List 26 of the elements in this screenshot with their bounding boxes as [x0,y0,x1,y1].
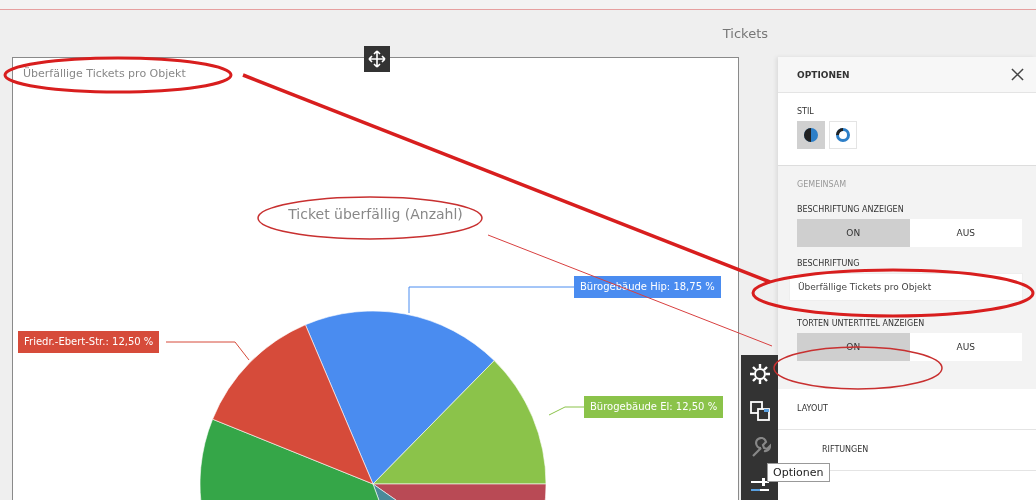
chart-title: Überfällige Tickets pro Objekt [23,67,186,80]
toggle-option[interactable]: ON [797,219,910,247]
toggle-option[interactable]: AUS [909,333,1022,361]
text-field[interactable]: Überfällige Tickets pro Objekt [789,273,1023,301]
page-title: Tickets [722,26,768,41]
move-icon[interactable] [364,46,390,72]
donut-chart-icon [835,127,851,143]
pie-chart-icon [803,127,819,143]
close-icon[interactable] [1011,68,1024,81]
group-heading: GEMEINSAM [797,180,848,189]
tooltip: Optionen [767,463,830,482]
panel-title: OPTIONEN [797,69,850,80]
field-label: BESCHRIFTUNG ANZEIGEN [797,205,904,214]
leader-line [548,406,585,416]
slice-label: Friedr.-Ebert-Str.: 12,50 % [18,331,160,353]
chart-subtitle: Ticket überfällig (Anzahl) [287,206,464,222]
chart-style-button[interactable] [797,121,825,149]
field-label: TORTEN UNTERTITEL ANZEIGEN [797,319,925,328]
slice-label: Bürogebäude El: 12,50 % [584,396,724,418]
field-label: STIL [797,107,814,116]
section-header[interactable]: LAYOUT [778,389,1036,430]
toggle-option[interactable]: AUS [909,219,1022,247]
chart-style-button[interactable] [829,121,857,149]
gear-icon[interactable] [748,363,771,385]
field-label: BESCHRIFTUNG [797,259,860,268]
layers-icon[interactable] [748,400,771,422]
